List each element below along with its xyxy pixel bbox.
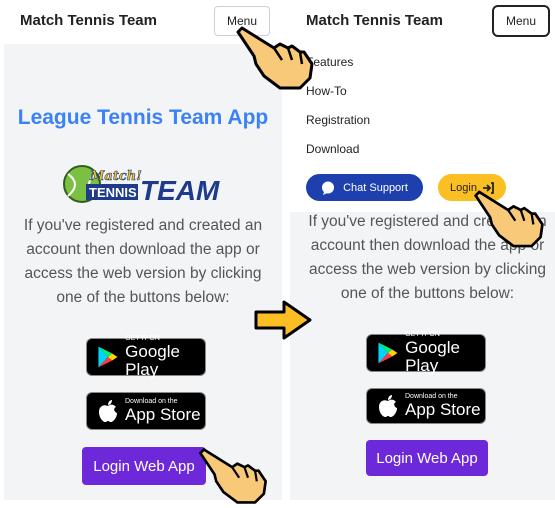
arrow-right-icon	[254, 300, 312, 340]
app-store-big: App Store	[405, 400, 481, 419]
page-title: League Tennis Team App	[17, 106, 269, 129]
brand-title[interactable]: Match Tennis Team	[306, 12, 443, 29]
pointing-hand-icon	[236, 26, 314, 90]
right-screen: Match Tennis Team Menu Features How-To R…	[290, 0, 555, 500]
brand-title[interactable]: Match Tennis Team	[20, 12, 157, 29]
chat-support-button[interactable]: Chat Support	[306, 174, 423, 201]
logo-team-text: TEAM	[140, 175, 220, 206]
instructions-text: If you've registered and created an acco…	[23, 217, 263, 306]
menu-item-download[interactable]: Download	[306, 142, 359, 156]
google-play-icon	[378, 342, 398, 364]
app-store-button[interactable]: Download on the App Store	[366, 388, 486, 424]
login-web-app-button[interactable]: Login Web App	[366, 440, 488, 476]
chat-icon	[322, 181, 335, 195]
chat-support-label: Chat Support	[343, 181, 408, 194]
google-play-button[interactable]: GET IT ON Google Play	[366, 331, 486, 375]
apple-icon	[99, 400, 117, 422]
google-play-icon	[98, 346, 118, 368]
pointing-hand-icon	[474, 190, 544, 248]
logo-tennis-text: TENNIS	[89, 185, 137, 200]
app-store-big: App Store	[125, 405, 201, 424]
navbar: Match Tennis Team Menu	[290, 0, 555, 44]
google-play-big: Google Play	[405, 338, 460, 375]
match-tennis-team-logo: Match! TENNIS TEAM	[63, 165, 220, 206]
menu-item-registration[interactable]: Registration	[306, 113, 370, 127]
app-store-button[interactable]: Download on the App Store	[86, 392, 206, 430]
google-play-big: Google Play	[125, 342, 180, 379]
apple-icon	[379, 395, 397, 417]
login-web-app-button[interactable]: Login Web App	[82, 447, 206, 485]
pointing-hand-icon	[199, 448, 267, 504]
google-play-button[interactable]: GET IT ON Google Play	[86, 335, 206, 379]
logo-match-text: Match!	[89, 169, 142, 184]
menu-button[interactable]: Menu	[492, 5, 551, 37]
